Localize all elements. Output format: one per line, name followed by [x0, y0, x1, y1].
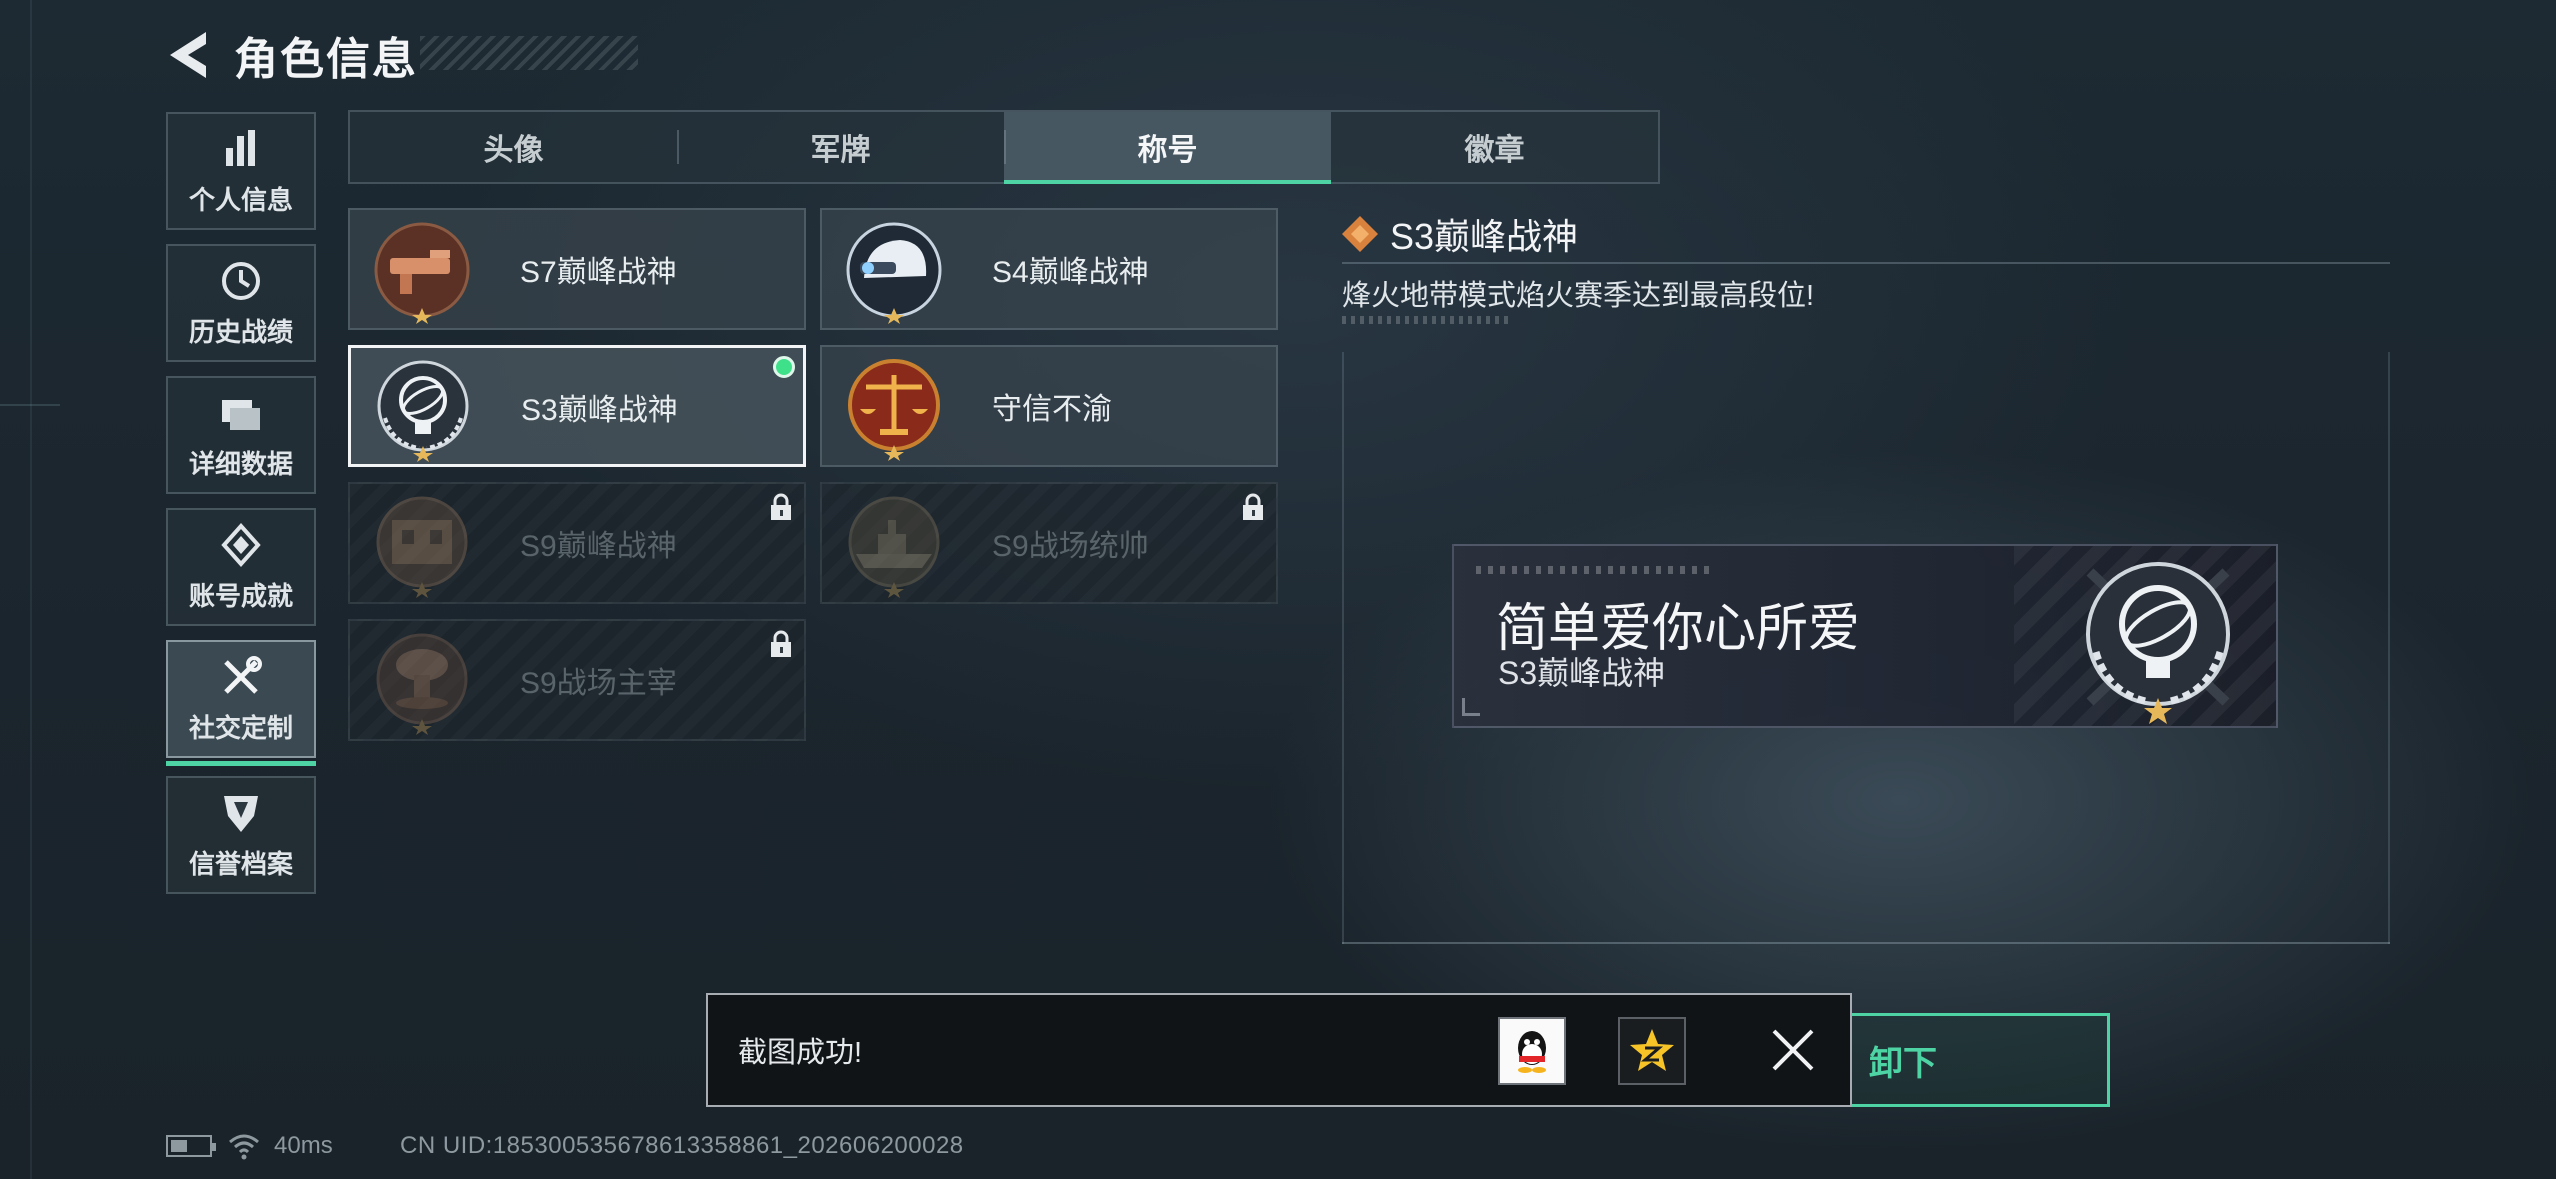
page-title: 角色信息 [234, 35, 418, 84]
title-name: S7巅峰战神 [520, 256, 677, 289]
title-name: S3巅峰战神 [521, 394, 678, 427]
sidebar-item-details[interactable]: 详细数据 [166, 376, 316, 494]
qzone-icon [1630, 1029, 1674, 1071]
bar-chart-icon [226, 129, 255, 166]
title-decoration [420, 36, 638, 70]
sidebar-item-achievements[interactable]: 账号成就 [166, 508, 316, 626]
sidebar-item-history[interactable]: 历史战绩 [166, 244, 316, 362]
title-card-locked[interactable]: S9战场统帅 [820, 482, 1278, 604]
frame-line-left [30, 0, 32, 1179]
equipped-indicator [773, 356, 795, 378]
sidebar-item-profile[interactable]: 个人信息 [166, 112, 316, 230]
battery-icon [166, 1135, 216, 1157]
lock-icon [771, 630, 791, 657]
category-tabs: 头像 军牌 称号 徽章 [348, 110, 1660, 184]
mushroom-cloud-emblem-icon [376, 633, 468, 735]
toast-message: 截图成功! [738, 1037, 863, 1069]
diamond-icon [1342, 216, 1378, 252]
tools-icon [224, 655, 262, 694]
title-card[interactable]: S4巅峰战神 [820, 208, 1278, 330]
tab-avatar[interactable]: 头像 [350, 112, 677, 182]
sidebar-item-reputation[interactable]: 信誉档案 [166, 776, 316, 894]
s3-emblem-icon [377, 360, 469, 462]
share-qzone-button[interactable] [1618, 1017, 1686, 1085]
tab-badge[interactable]: 徽章 [1331, 112, 1658, 182]
nameplate-bracket [1462, 698, 1480, 716]
sidebar-item-label: 个人信息 [188, 184, 293, 215]
title-card[interactable]: 守信不渝 [820, 345, 1278, 467]
detail-description: 烽火地带模式焰火赛季达到最高段位! [1342, 280, 1815, 312]
qq-icon [1518, 1031, 1546, 1073]
s9-emblem-icon [376, 496, 468, 598]
detail-title: S3巅峰战神 [1390, 216, 1579, 257]
unequip-button-label: 卸下 [1869, 1044, 1937, 1083]
sidebar-item-label: 历史战绩 [188, 316, 293, 347]
lock-icon [1243, 493, 1263, 520]
title-name: 守信不渝 [992, 393, 1112, 426]
shield-icon [224, 795, 258, 832]
title-card-selected[interactable]: S3巅峰战神 [348, 345, 806, 467]
back-arrow-icon[interactable] [166, 30, 212, 80]
title-card[interactable]: S7巅峰战神 [348, 208, 806, 330]
screenshot-toast: 截图成功! [706, 993, 1852, 1107]
preview-frame [2388, 352, 2390, 944]
preview-frame [1342, 352, 1344, 944]
detail-divider [1342, 262, 2390, 264]
detail-code-decoration [1342, 316, 1508, 324]
close-icon[interactable] [1766, 1023, 1820, 1077]
page-header: 角色信息 [166, 20, 418, 90]
user-uid: CN UID:1853005356786133588​61_2026062000… [400, 1132, 964, 1159]
title-card-locked[interactable]: S9巅峰战神 [348, 482, 806, 604]
share-qq-button[interactable] [1498, 1017, 1566, 1085]
tab-title[interactable]: 称号 [1004, 112, 1331, 184]
wifi-icon [229, 1134, 259, 1160]
nameplate-preview: 简单爱你心所爱 S3巅峰战神 [1452, 544, 2278, 728]
sidebar-item-label: 账号成就 [188, 580, 293, 611]
title-name: S9战场统帅 [992, 530, 1149, 563]
s4-emblem-icon [846, 222, 942, 324]
sidebar-item-label: 信誉档案 [188, 848, 293, 879]
frame-tick [0, 404, 60, 406]
medal-icon [221, 522, 261, 567]
clock-icon [222, 261, 260, 300]
ping-value: 40ms [274, 1132, 333, 1159]
title-name: S9战场主宰 [520, 667, 677, 700]
title-name: S4巅峰战神 [992, 256, 1149, 289]
preview-divider [1342, 942, 2390, 944]
sidebar-item-label: 社交定制 [188, 712, 293, 743]
s7-emblem-icon [374, 222, 470, 324]
s3-emblem-icon [2086, 562, 2230, 724]
title-card-locked[interactable]: S9战场主宰 [348, 619, 806, 741]
tab-dogtag[interactable]: 军牌 [677, 112, 1004, 182]
scales-emblem-icon [848, 359, 940, 461]
folder-icon [222, 399, 260, 430]
sidebar-item-social[interactable]: 社交定制 [166, 640, 316, 766]
nameplate-title: S3巅峰战神 [1498, 655, 1666, 691]
status-bar: 40ms [166, 1128, 333, 1164]
title-name: S9巅峰战神 [520, 530, 677, 563]
detail-header: S3巅峰战神 [1340, 208, 1578, 260]
nameplate-code-decoration [1476, 566, 1716, 574]
warship-emblem-icon [848, 496, 940, 598]
sidebar-item-label: 详细数据 [188, 448, 293, 479]
lock-icon [771, 493, 791, 520]
